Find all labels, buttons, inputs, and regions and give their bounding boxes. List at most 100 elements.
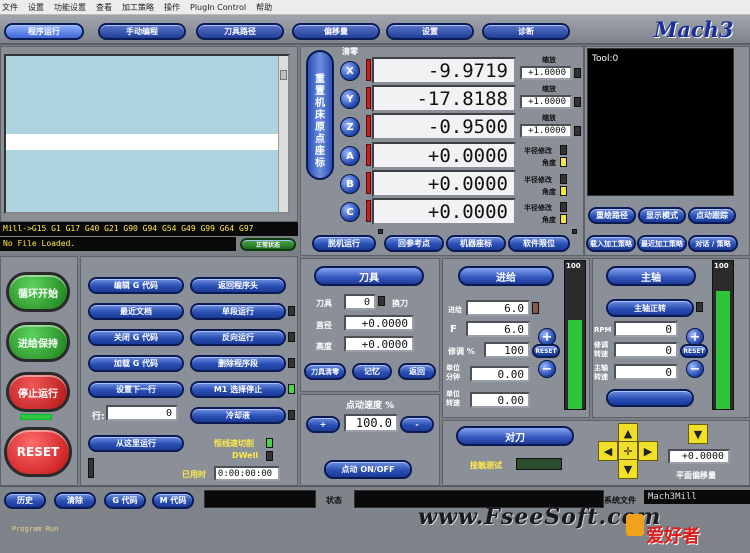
menu-file[interactable]: 文件 <box>2 2 18 13</box>
feed-rate-label: 进给 <box>448 306 462 314</box>
menu-help[interactable]: 帮助 <box>256 2 272 13</box>
mcodes-button[interactable]: M 代码 <box>152 492 194 509</box>
spindle-rpm-field[interactable]: 0 <box>614 321 678 337</box>
last-wizard-button[interactable]: 最近加工策略 <box>637 235 687 252</box>
tab-program-run[interactable]: 程序运行 <box>4 23 84 40</box>
dro-a[interactable]: +0.0000 <box>372 142 516 169</box>
zero-y-button[interactable]: Y <box>340 89 360 109</box>
tool-height-field[interactable]: +0.0000 <box>344 336 414 352</box>
z-scale-field[interactable]: +1.0000 <box>520 124 572 138</box>
reset-button[interactable]: RESET <box>4 427 72 477</box>
menu-operator[interactable]: 操作 <box>164 2 180 13</box>
plane-offset-field[interactable]: +0.0000 <box>668 449 730 464</box>
f-field[interactable]: 6.0 <box>466 321 530 337</box>
zero-a-button[interactable]: A <box>340 146 360 166</box>
watermark-text: www.FseeSoft.com <box>418 504 662 530</box>
machine-coords-button[interactable]: 机器座标 <box>446 235 506 252</box>
toolpath-display[interactable]: Tool:0 <box>587 48 734 196</box>
edit-gcode-button[interactable]: 编辑 G 代码 <box>88 277 184 294</box>
rewind-button[interactable]: 返回程序头 <box>190 277 286 294</box>
gcodes-button[interactable]: G 代码 <box>104 492 146 509</box>
jog-on-off-button[interactable]: 点动 ON/OFF <box>324 460 412 479</box>
recent-file-button[interactable]: 最近文档 <box>88 303 184 320</box>
history-button[interactable]: 历史 <box>4 492 46 509</box>
goto-home-button[interactable]: 回参考点 <box>384 235 444 252</box>
tab-offsets[interactable]: 偏移量 <box>292 23 380 40</box>
cycle-start-button[interactable]: 循环开始 <box>6 272 70 312</box>
spindle-blank-button[interactable] <box>606 389 694 407</box>
set-next-line-button[interactable]: 设置下一行 <box>88 381 184 398</box>
feed-hold-button[interactable]: 进给保持 <box>6 322 70 362</box>
menu-wizard[interactable]: 加工策略 <box>122 2 154 13</box>
spindle-override-field[interactable]: 0 <box>614 342 678 358</box>
y-scale-field[interactable]: +1.0000 <box>520 95 572 109</box>
feed-rate-field[interactable]: 6.0 <box>466 300 530 316</box>
block-delete-button[interactable]: 删除程序段 <box>190 355 286 372</box>
single-block-button[interactable]: 单段运行 <box>190 303 286 320</box>
single-block-led <box>288 306 295 316</box>
jog-speed-down-button[interactable]: - <box>400 416 434 433</box>
regen-toolpath-button[interactable]: 重绘路径 <box>588 207 636 224</box>
tool-number-field[interactable]: 0 <box>344 294 376 310</box>
tab-toolpath[interactable]: 刀具路径 <box>196 23 284 40</box>
status-ok-button[interactable]: 正常状态 <box>240 238 296 251</box>
menu-plugin[interactable]: PlugIn Control <box>190 3 246 12</box>
ref-all-home-button[interactable]: 重置机床原点座标 <box>306 50 334 180</box>
run-from-here-button[interactable]: 从这里运行 <box>88 435 184 452</box>
zero-z-button[interactable]: Z <box>340 117 360 137</box>
spindle-down-button[interactable]: − <box>686 360 704 378</box>
gcode-scrollbar[interactable] <box>278 56 288 212</box>
dro-y[interactable]: -17.8188 <box>372 85 516 112</box>
offline-button[interactable]: 脱机运行 <box>312 235 376 252</box>
zero-b-button[interactable]: B <box>340 174 360 194</box>
conversational-button[interactable]: 对话 / 策略 <box>688 235 738 252</box>
menu-config[interactable]: 设置 <box>28 2 44 13</box>
soft-limits-button[interactable]: 软件限位 <box>508 235 570 252</box>
feed-reset-button[interactable]: RESET <box>532 344 560 358</box>
dro-z[interactable]: -0.9500 <box>372 113 516 140</box>
return-button[interactable]: 返回 <box>398 363 436 380</box>
zero-x-button[interactable]: X <box>340 61 360 81</box>
feed-down-button[interactable]: − <box>538 360 556 378</box>
tab-diagnostics[interactable]: 诊断 <box>482 23 570 40</box>
spindle-cw-button[interactable]: 主轴正转 <box>606 299 694 317</box>
spindle-rpm-label: RPM <box>594 326 612 334</box>
tool-diameter-field[interactable]: +0.0000 <box>344 315 414 331</box>
arrow-down-icon: ▼ <box>618 459 638 479</box>
feed-override-bar: 100 <box>564 260 586 410</box>
dro-b[interactable]: +0.0000 <box>372 170 516 197</box>
jog-speed-up-button[interactable]: + <box>306 416 340 433</box>
optional-stop-button[interactable]: M1 选择停止 <box>190 381 286 398</box>
tab-settings[interactable]: 设置 <box>386 23 474 40</box>
dro-c[interactable]: +0.0000 <box>372 198 516 225</box>
coolant-button[interactable]: 冷却液 <box>190 407 286 424</box>
clear-button[interactable]: 清除 <box>54 492 96 509</box>
zero-c-button[interactable]: C <box>340 202 360 222</box>
x-scale-label: 缩放 <box>542 56 556 64</box>
spindle-reset-button[interactable]: RESET <box>680 344 708 358</box>
display-mode-button[interactable]: 显示模式 <box>638 207 686 224</box>
reverse-run-button[interactable]: 反向运行 <box>190 329 286 346</box>
load-gcode-button[interactable]: 加载 G 代码 <box>88 355 184 372</box>
soft-limits-led <box>572 229 577 234</box>
tab-mdi[interactable]: 手动编程 <box>98 23 186 40</box>
close-gcode-button[interactable]: 关闭 G 代码 <box>88 329 184 346</box>
dro-x[interactable]: -9.9719 <box>372 57 516 84</box>
load-wizards-button[interactable]: 载入加工策略 <box>586 235 636 252</box>
mdi-input[interactable] <box>204 490 316 508</box>
tool-header: 刀具 <box>314 266 424 286</box>
line-field[interactable]: 0 <box>106 405 178 421</box>
gcode-listing[interactable] <box>4 54 290 214</box>
c-angle-label: 角度 <box>542 216 556 224</box>
spindle-speed-field[interactable]: 0 <box>614 364 678 380</box>
x-scale-field[interactable]: +1.0000 <box>520 66 572 80</box>
menu-view[interactable]: 查看 <box>96 2 112 13</box>
jog-follow-button[interactable]: 点动跟踪 <box>688 207 736 224</box>
remember-button[interactable]: 记忆 <box>352 363 392 380</box>
stop-button[interactable]: 停止运行 <box>6 372 70 412</box>
feed-override-field[interactable]: 100 <box>484 342 530 358</box>
menu-function-config[interactable]: 功能设置 <box>54 2 86 13</box>
zero-tool-button[interactable]: 刀具清零 <box>304 363 346 380</box>
jog-speed-field[interactable]: 100.0 <box>344 414 398 432</box>
touch-test-led <box>516 458 562 470</box>
